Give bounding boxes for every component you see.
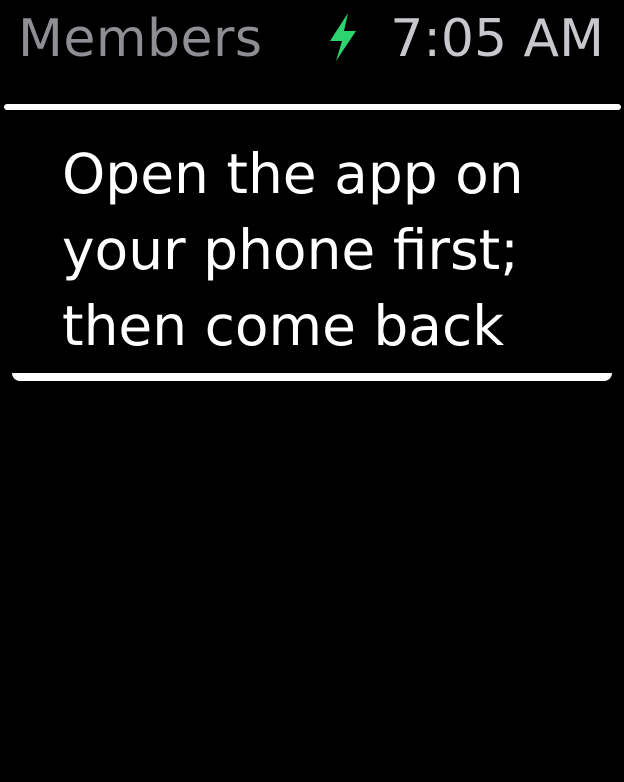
clock: 7:05 AM: [390, 9, 604, 69]
message-card: Open the app on your phone first; then c…: [12, 110, 612, 380]
app-title[interactable]: Members: [18, 6, 262, 72]
status-bar: Members 7:05 AM: [0, 0, 624, 82]
message-text: Open the app on your phone first; then c…: [62, 142, 524, 358]
bottom-divider: [12, 373, 612, 381]
lightning-bolt-icon: [326, 13, 360, 61]
